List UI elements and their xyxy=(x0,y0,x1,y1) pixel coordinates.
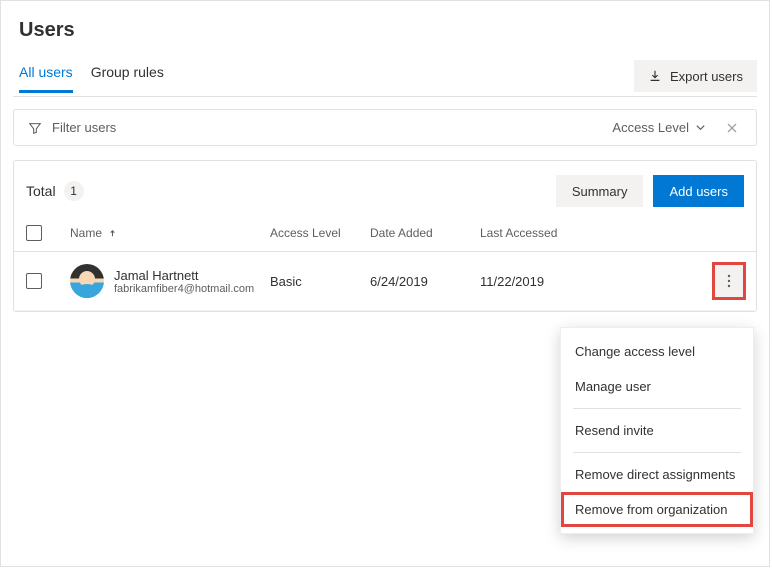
menu-remove-direct[interactable]: Remove direct assignments xyxy=(561,457,753,492)
tabs: All users Group rules xyxy=(19,64,164,92)
menu-separator xyxy=(573,452,741,453)
sort-up-icon xyxy=(108,229,117,238)
access-level-label: Access Level xyxy=(612,120,689,135)
page-title: Users xyxy=(19,19,757,42)
column-access-level[interactable]: Access Level xyxy=(270,226,370,240)
filter-bar: Filter users Access Level xyxy=(13,109,757,146)
table-header: Name Access Level Date Added Last Access… xyxy=(14,219,756,252)
menu-remove-from-org[interactable]: Remove from organization xyxy=(561,492,753,527)
tab-all-users[interactable]: All users xyxy=(19,64,73,93)
export-users-button[interactable]: Export users xyxy=(634,60,757,92)
cell-access-level: Basic xyxy=(270,274,370,289)
tab-group-rules[interactable]: Group rules xyxy=(91,64,164,93)
users-card: Total 1 Summary Add users Name Access Le… xyxy=(13,160,757,312)
chevron-down-icon xyxy=(695,122,706,133)
user-email: fabrikamfiber4@hotmail.com xyxy=(114,283,254,295)
more-vertical-icon xyxy=(722,273,736,289)
context-menu: Change access level Manage user Resend i… xyxy=(560,327,754,534)
add-users-button[interactable]: Add users xyxy=(653,175,744,207)
tabs-row: All users Group rules Export users xyxy=(13,60,757,97)
column-date-added[interactable]: Date Added xyxy=(370,226,480,240)
avatar xyxy=(70,264,104,298)
table-row: Jamal Hartnett fabrikamfiber4@hotmail.co… xyxy=(14,252,756,311)
more-actions-button[interactable] xyxy=(714,264,744,298)
menu-change-access[interactable]: Change access level xyxy=(561,334,753,369)
column-last-accessed[interactable]: Last Accessed xyxy=(480,226,600,240)
summary-button[interactable]: Summary xyxy=(556,175,644,207)
cell-last-accessed: 11/22/2019 xyxy=(480,274,600,289)
download-icon xyxy=(648,69,662,83)
column-name-label: Name xyxy=(70,226,102,240)
user-name: Jamal Hartnett xyxy=(114,268,254,283)
export-users-label: Export users xyxy=(670,69,743,84)
menu-manage-user[interactable]: Manage user xyxy=(561,369,753,404)
column-name[interactable]: Name xyxy=(70,226,270,240)
filter-input[interactable]: Filter users xyxy=(52,120,116,135)
row-checkbox[interactable] xyxy=(26,273,42,289)
menu-resend-invite[interactable]: Resend invite xyxy=(561,413,753,448)
access-level-dropdown[interactable]: Access Level xyxy=(612,120,706,135)
total-label: Total xyxy=(26,183,56,199)
close-icon[interactable] xyxy=(722,122,742,134)
cell-date-added: 6/24/2019 xyxy=(370,274,480,289)
user-cell[interactable]: Jamal Hartnett fabrikamfiber4@hotmail.co… xyxy=(70,264,270,298)
summary-row: Total 1 Summary Add users xyxy=(14,161,756,219)
menu-separator xyxy=(573,408,741,409)
filter-icon xyxy=(28,121,42,135)
users-page: Users All users Group rules Export users… xyxy=(0,0,770,567)
total-count-badge: 1 xyxy=(64,181,84,201)
select-all-checkbox[interactable] xyxy=(26,225,42,241)
